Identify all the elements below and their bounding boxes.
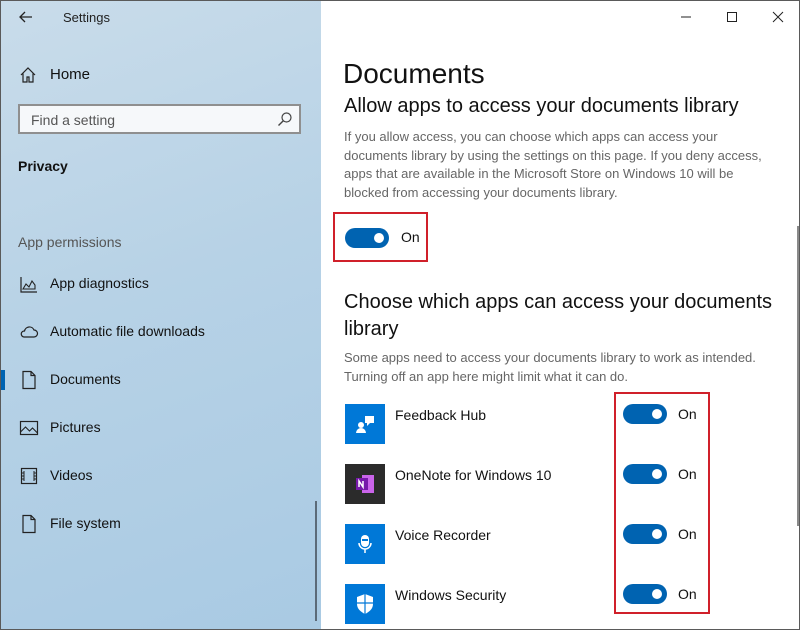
feedback-hub-toggle[interactable] [623,404,667,424]
sidebar-item-label: App diagnostics [50,275,149,291]
settings-window: Settings Home Privacy App permissions Ap… [0,0,800,630]
voice-recorder-toggle[interactable] [623,524,667,544]
sidebar-item-app-diagnostics[interactable]: App diagnostics [1,264,321,304]
sidebar-item-label: Pictures [50,419,101,435]
allow-access-heading: Allow apps to access your documents libr… [344,95,739,118]
chart-icon [19,274,39,294]
title-bar-left: Settings [1,1,321,33]
search-icon[interactable] [277,111,293,127]
choose-apps-description: Some apps need to access your documents … [344,349,774,386]
toggle-state-label: On [678,406,697,422]
picture-icon [19,418,39,438]
minimize-button[interactable] [663,1,709,33]
app-name: Windows Security [395,587,506,603]
app-name: Feedback Hub [395,407,486,423]
sidebar-item-label: Documents [50,371,121,387]
sidebar-item-documents[interactable]: Documents [1,360,321,400]
toggle-knob [652,589,662,599]
windows-security-icon [345,584,385,624]
app-row-windows-security: Windows Security [345,584,795,624]
voice-recorder-icon [345,524,385,564]
app-name: Voice Recorder [395,527,491,543]
sidebar-item-label: Videos [50,467,93,483]
app-row-voice-recorder: Voice Recorder [345,524,795,564]
group-title-app-permissions: App permissions [18,234,122,250]
toggle-state-label: On [678,586,697,602]
choose-apps-heading: Choose which apps can access your docume… [344,289,784,343]
close-icon [772,11,784,23]
app-row-feedback-hub: Feedback Hub [345,404,795,444]
feedback-hub-icon [345,404,385,444]
search-box[interactable] [18,104,301,134]
back-button[interactable] [13,5,39,29]
page-title: Documents [343,58,485,90]
sidebar-item-pictures[interactable]: Pictures [1,408,321,448]
sidebar-item-videos[interactable]: Videos [1,456,321,496]
highlight-box-main-toggle: On [333,212,428,262]
sidebar-scrollbar[interactable] [315,501,317,621]
window-title: Settings [63,10,110,25]
main-scrollbar[interactable] [797,226,799,526]
file-icon [19,514,39,534]
video-icon [19,466,39,486]
document-icon [19,370,39,390]
windows-security-toggle[interactable] [623,584,667,604]
close-button[interactable] [755,1,800,33]
toggle-state-label: On [401,229,420,245]
sidebar-item-label: File system [50,515,121,531]
toggle-knob [652,529,662,539]
minimize-icon [680,11,692,23]
home-nav-item[interactable]: Home [1,59,321,91]
sidebar-item-label: Automatic file downloads [50,323,205,339]
toggle-state-label: On [678,466,697,482]
highlight-box-app-toggles: On On On On [614,392,710,614]
documents-access-toggle[interactable] [345,228,389,248]
maximize-icon [726,11,738,23]
cloud-icon [19,322,39,342]
section-title-privacy: Privacy [18,158,68,174]
sidebar-item-automatic-file-downloads[interactable]: Automatic file downloads [1,312,321,352]
toggle-knob [652,469,662,479]
sidebar-item-file-system[interactable]: File system [1,504,321,544]
back-arrow-icon [19,11,33,23]
sidebar: Settings Home Privacy App permissions Ap… [1,1,321,630]
home-label: Home [50,66,90,83]
search-input[interactable] [29,110,273,130]
allow-access-description: If you allow access, you can choose whic… [344,128,774,202]
toggle-knob [652,409,662,419]
toggle-knob [374,233,384,243]
main-content: Documents Allow apps to access your docu… [321,1,800,630]
onenote-toggle[interactable] [623,464,667,484]
onenote-icon [345,464,385,504]
home-icon [19,66,37,84]
maximize-button[interactable] [709,1,755,33]
app-name: OneNote for Windows 10 [395,467,551,483]
app-row-onenote: OneNote for Windows 10 [345,464,795,504]
toggle-state-label: On [678,526,697,542]
